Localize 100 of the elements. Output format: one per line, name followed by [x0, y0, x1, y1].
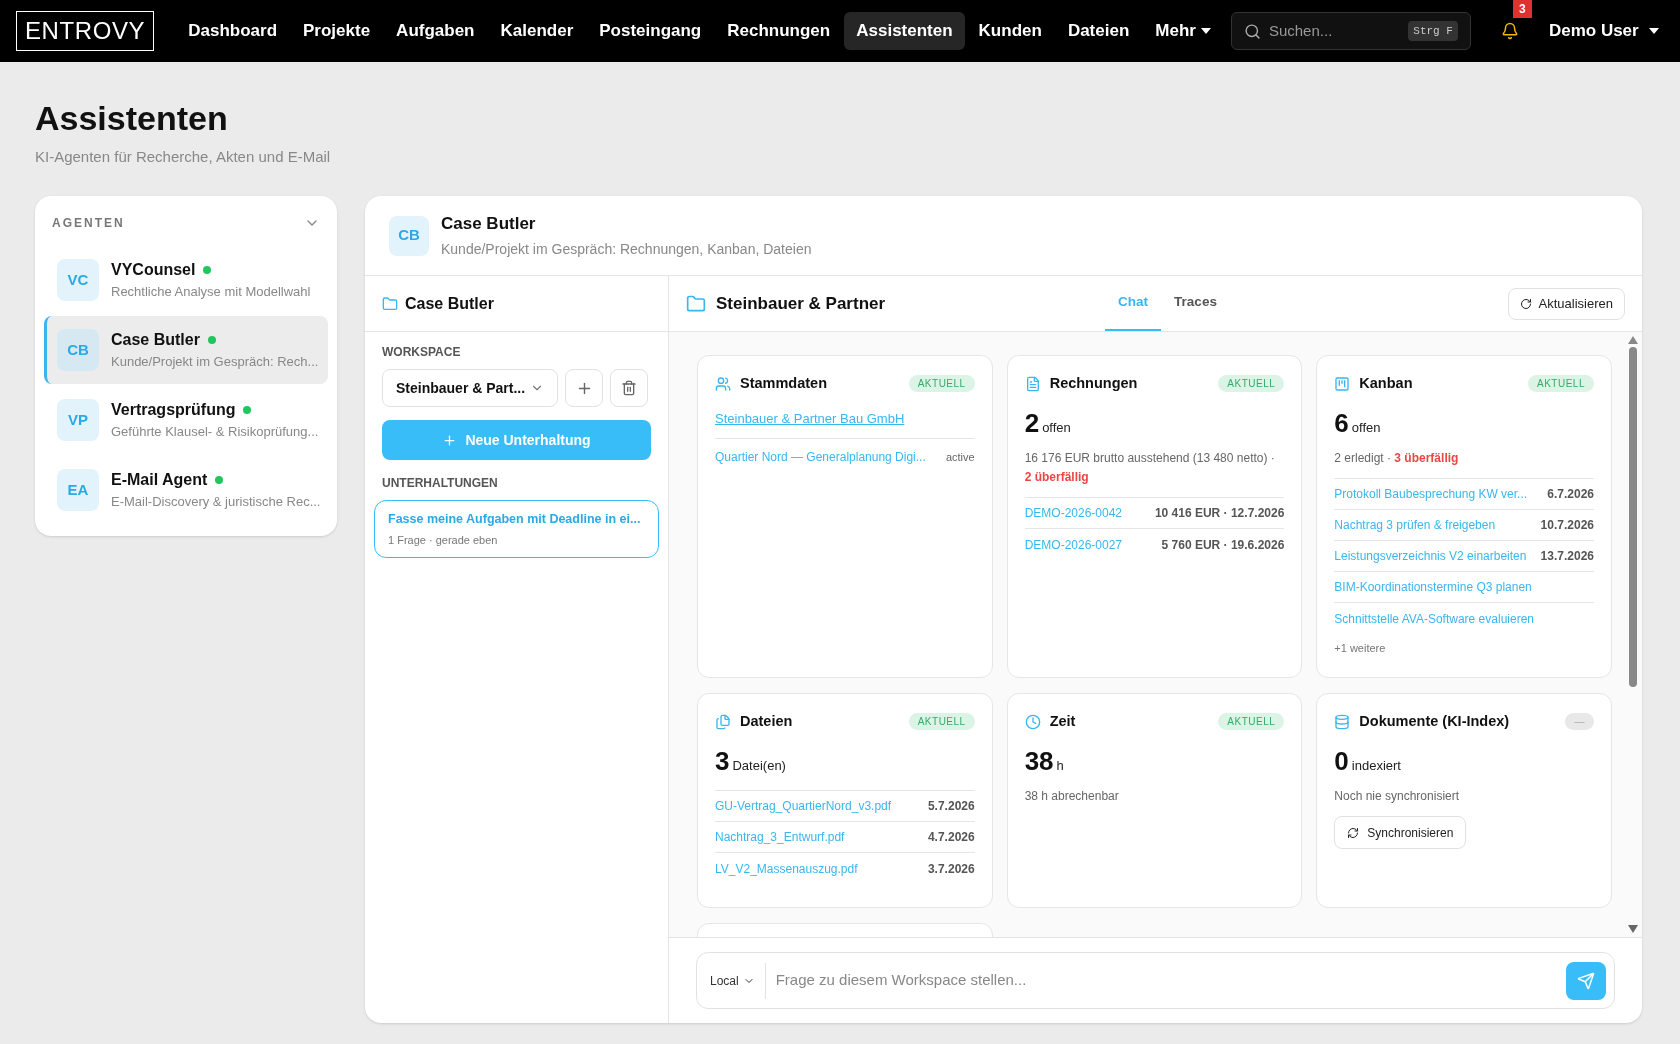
agent-description: Kunde/Projekt im Gespräch: Rech... — [111, 353, 318, 372]
count-value: 3 — [715, 747, 730, 774]
agent-item[interactable]: VP Vertragsprüfung Geführte Klausel- & Risikoprüfung... — [44, 386, 328, 454]
nav-item[interactable]: Projekte — [291, 12, 383, 50]
clock-icon — [1024, 713, 1041, 730]
conversation-title: Fasse meine Aufgaben mit Deadline in ei... — [388, 511, 642, 528]
sync-icon — [1347, 826, 1360, 839]
search-icon — [1243, 22, 1261, 40]
agent-description: E-Mail-Discovery & juristische Rec... — [111, 493, 318, 512]
conversation-meta: 1 Frage · gerade eben — [388, 532, 499, 548]
nav-item[interactable]: Rechnungen — [715, 12, 843, 50]
card-title: Dokumente (KI-Index) — [1359, 712, 1510, 731]
card-summary: 38 h abrechenbar — [1024, 788, 1120, 806]
scroll-down-icon[interactable] — [1628, 925, 1638, 933]
card-summary: 2 erledigt · 3 überfällig — [1334, 450, 1460, 468]
page-title: Assistenten — [35, 98, 229, 139]
count-unit: Datei(en) — [732, 756, 786, 775]
item-value: 13.7.2026 — [1540, 548, 1594, 566]
more-menu[interactable]: Mehr — [1143, 12, 1223, 50]
nav-item[interactable]: Aufgaben — [384, 12, 487, 50]
count-value: 2 — [1024, 409, 1040, 436]
nav-item[interactable]: Dashboard — [176, 12, 289, 50]
nav-item[interactable]: Kalender — [488, 12, 586, 50]
workspace-title: Steinbauer & Partner — [716, 292, 886, 315]
status-badge: AKTUELL — [1528, 375, 1594, 393]
refresh-button[interactable]: Aktualisieren — [1507, 287, 1625, 320]
trash-icon — [621, 380, 637, 396]
count-unit: indexiert — [1351, 756, 1401, 775]
delete-button[interactable] — [610, 369, 648, 407]
user-menu[interactable]: Demo User — [1548, 18, 1659, 44]
agent-item[interactable]: CB Case Butler Kunde/Projekt im Gespräch: Rech... — [44, 316, 328, 384]
search-input[interactable]: Suchen... — [1268, 19, 1389, 43]
send-button[interactable] — [1566, 961, 1606, 1000]
question-field[interactable]: Frage zu diesem Workspace stellen... — [775, 969, 1566, 992]
database-icon — [1334, 713, 1351, 730]
document-icon — [1024, 375, 1041, 392]
card-title: Kanban — [1359, 374, 1413, 393]
panel-title: Case Butler — [405, 293, 494, 314]
card-title: Stammdaten — [740, 374, 828, 393]
nav-item[interactable]: Assistenten — [844, 12, 965, 50]
search-field[interactable]: Suchen... Strg F — [1230, 12, 1471, 50]
agent-avatar: CB — [389, 215, 429, 256]
agent-avatar: EA — [57, 469, 99, 511]
scroll-up-icon[interactable] — [1628, 336, 1638, 344]
count-unit: h — [1056, 756, 1064, 775]
folder-icon — [686, 293, 706, 314]
card-summary: Noch nie synchronisiert — [1334, 788, 1461, 806]
caret-icon — [1648, 28, 1659, 34]
agent-name: Vertragsprüfung — [111, 400, 236, 421]
agent-avatar: VP — [57, 399, 99, 441]
agent-description: Geführte Klausel- & Risikoprüfung... — [111, 423, 318, 442]
item-value: 3.7.2026 — [927, 860, 975, 878]
panel-heading: AGENTEN — [52, 215, 125, 232]
page-subtitle: KI-Agenten für Recherche, Akten und E-Mail — [35, 146, 332, 167]
chat-input-bar[interactable]: Local Frage zu diesem Workspace stellen... — [696, 952, 1615, 1009]
bell-icon[interactable] — [1500, 22, 1519, 40]
agent-avatar: CB — [57, 329, 99, 371]
item-value: 4.7.2026 — [927, 829, 975, 847]
more-count: +1 weitere — [1334, 641, 1387, 657]
plus-icon — [442, 432, 458, 448]
people-icon — [715, 375, 731, 392]
model-select[interactable]: Local — [710, 962, 766, 999]
agent-name: VYCounsel — [111, 260, 196, 281]
count-value: 38 — [1024, 747, 1054, 774]
project-status: active — [945, 450, 975, 465]
status-badge: AKTUELL — [1218, 375, 1285, 393]
agent-item[interactable]: VC VYCounsel Rechtliche Analyse mit Modellwahl — [44, 246, 328, 314]
card-summary: 16 176 EUR brutto ausstehend (13 480 netto) · 2 überfällig — [1024, 450, 1276, 487]
card-title: Rechnungen — [1049, 374, 1138, 393]
count-value: 0 — [1334, 747, 1349, 774]
nav-item[interactable]: Posteingang — [587, 12, 714, 50]
agent-avatar: VC — [57, 259, 99, 301]
notification-badge: 3 — [1512, 0, 1532, 18]
nav-item[interactable]: Kunden — [966, 12, 1054, 50]
card-title: Zeit — [1049, 712, 1076, 731]
section-label: UNTERHALTUNGEN — [382, 475, 499, 492]
caret-icon — [1200, 28, 1211, 34]
status-badge: AKTUELL — [1218, 713, 1285, 731]
folder-icon — [382, 295, 398, 312]
agent-name: E-Mail Agent — [111, 470, 208, 491]
agent-description: Kunde/Projekt im Gespräch: Rechnungen, Kanban, Dateien — [441, 239, 812, 259]
kanban-icon — [1334, 375, 1351, 392]
card-title: Dateien — [740, 712, 793, 731]
tab[interactable]: Traces — [1161, 276, 1230, 331]
item-value: 5 760 EUR · 19.6.2026 — [1161, 536, 1285, 554]
item-value: 10.7.2026 — [1540, 517, 1594, 535]
logo[interactable]: ENTROVY — [16, 11, 155, 51]
agent-description: Rechtliche Analyse mit Modellwahl — [111, 283, 311, 302]
item-value: 6.7.2026 — [1547, 486, 1594, 504]
count-value: 6 — [1334, 409, 1349, 436]
agent-item[interactable]: EA E-Mail Agent E-Mail-Discovery & juristische Rec... — [44, 456, 328, 524]
status-badge: AKTUELL — [908, 713, 975, 731]
shortcut-hint: Strg F — [1408, 20, 1458, 42]
conversation-item[interactable]: Fasse meine Aufgaben mit Deadline in ei... 1 Frage · gerade eben — [374, 500, 659, 559]
count-unit: offen — [1042, 418, 1071, 437]
nav-item[interactable]: Dateien — [1055, 12, 1142, 50]
workspace-select[interactable]: Steinbauer & Part... — [382, 369, 558, 407]
files-icon — [715, 713, 731, 730]
agent-name: Case Butler — [441, 213, 537, 236]
sync-button[interactable]: Synchronisieren — [1334, 816, 1467, 850]
